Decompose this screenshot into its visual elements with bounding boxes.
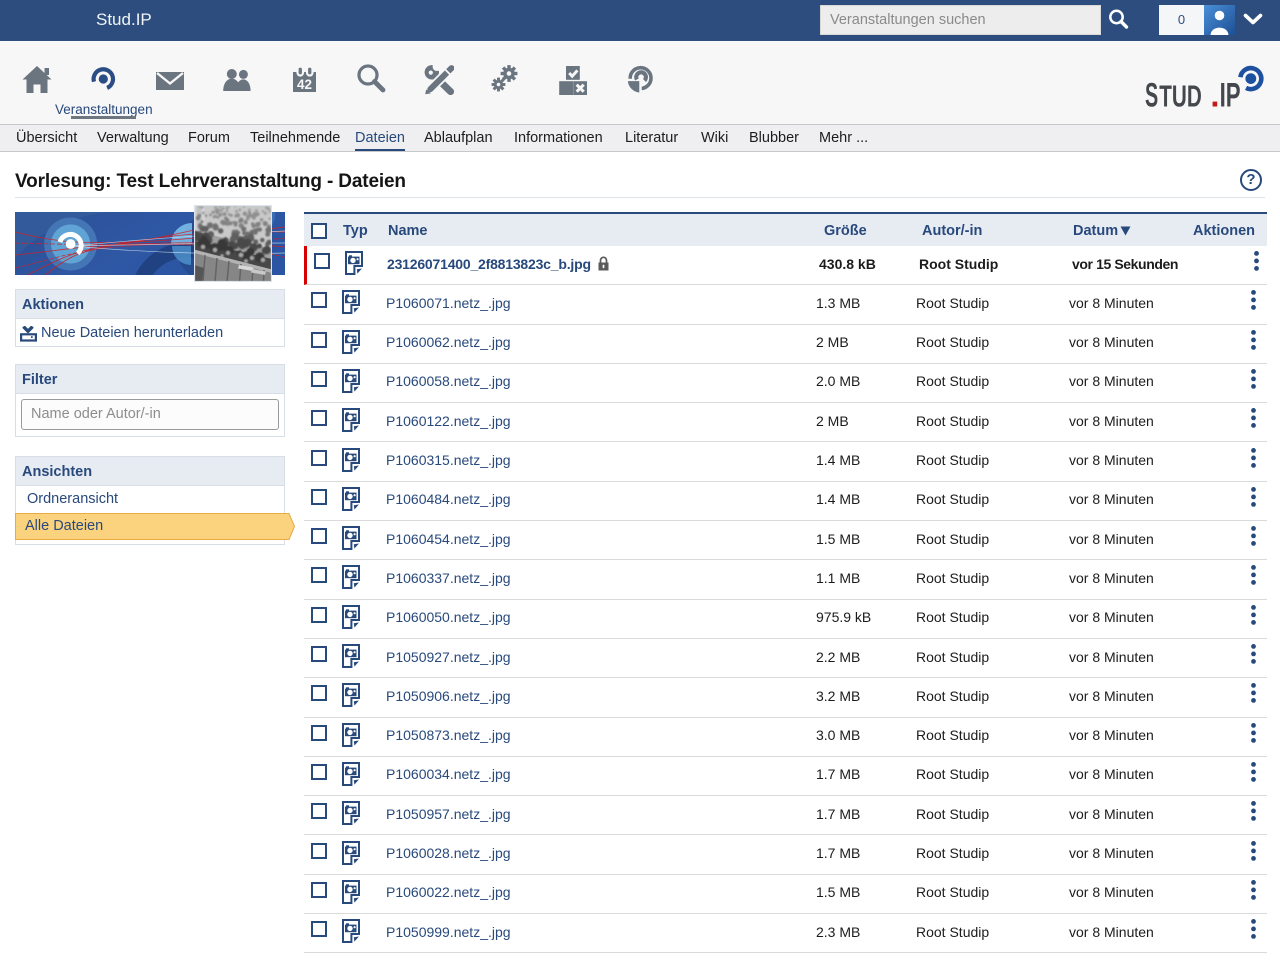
svg-text:IP: IP bbox=[1220, 77, 1241, 112]
svg-text:S: S bbox=[1145, 77, 1158, 112]
svg-text:TUD: TUD bbox=[1159, 80, 1202, 112]
svg-text:42: 42 bbox=[297, 77, 312, 92]
